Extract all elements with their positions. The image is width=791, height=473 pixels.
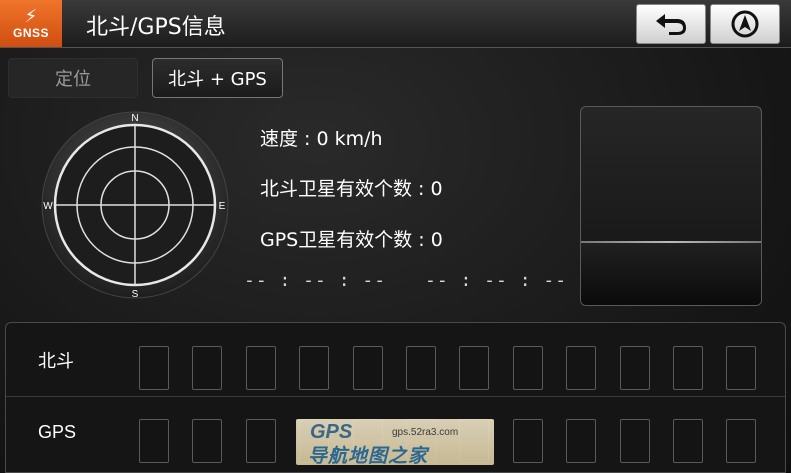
- beidou-signal-slot: [406, 346, 436, 390]
- beidou-signal-slot: [620, 346, 650, 390]
- page-title: 北斗/GPS信息: [86, 15, 226, 40]
- compass-south: S: [132, 289, 139, 300]
- signal-strength-box: [580, 106, 762, 306]
- satellite-icon: ⚡: [24, 5, 38, 27]
- navigation-arrow-icon: [731, 10, 759, 38]
- logo-text: GNSS: [12, 25, 49, 40]
- beidou-signal-row: 北斗: [6, 323, 785, 397]
- navigation-button[interactable]: [710, 4, 780, 44]
- gnss-logo: ⚡ GNSS: [0, 0, 62, 47]
- gps-signal-slot: [513, 419, 543, 463]
- beidou-signal-slot: [192, 346, 222, 390]
- watermark-url: gps.52ra3.com: [392, 427, 459, 438]
- beidou-signal-slot: [726, 346, 756, 390]
- tab-positioning[interactable]: 定位: [8, 58, 138, 98]
- compass-north: N: [131, 113, 138, 124]
- gps-row-label: GPS: [38, 422, 77, 442]
- beidou-count-readout: 北斗卫星有效个数 : 0: [260, 178, 443, 200]
- back-button[interactable]: [636, 4, 706, 44]
- gps-signal-slot: [566, 419, 596, 463]
- beidou-signal-slot: [353, 346, 383, 390]
- gps-signal-slot: [192, 419, 222, 463]
- beidou-signal-slot: [246, 346, 276, 390]
- gps-signal-slot: [726, 419, 756, 463]
- beidou-row-label: 北斗: [38, 351, 74, 372]
- gps-count-readout: GPS卫星有效个数 : 0: [260, 229, 443, 251]
- gps-signal-slot: [246, 419, 276, 463]
- gps-signal-slot: [620, 419, 650, 463]
- signal-box-base: [581, 243, 761, 305]
- beidou-signal-slot: [459, 346, 489, 390]
- tab-beidou-gps[interactable]: 北斗 + GPS: [152, 58, 283, 98]
- compass-west: W: [43, 201, 53, 212]
- site-watermark: GPS gps.52ra3.com 导航地图之家: [296, 419, 494, 467]
- beidou-signal-slot: [299, 346, 329, 390]
- beidou-signal-slot: [139, 346, 169, 390]
- watermark-text: 导航地图之家: [308, 445, 429, 467]
- time-readout-2: -- : -- : --: [425, 270, 568, 291]
- beidou-signal-slot: [673, 346, 703, 390]
- compass-east: E: [219, 201, 226, 212]
- gps-signal-slot: [139, 419, 169, 463]
- sky-plot: N S E W: [41, 111, 229, 300]
- back-arrow-icon: [656, 14, 686, 35]
- speed-readout: 速度 : 0 km/h: [260, 128, 383, 150]
- gnss-info-screen: ⚡ GNSS 北斗/GPS信息 定位 北斗 + GPS N S E W 速度:…: [0, 0, 791, 473]
- beidou-signal-slot: [566, 346, 596, 390]
- time-readout-1: -- : -- : --: [244, 270, 387, 291]
- gps-signal-slot: [673, 419, 703, 463]
- beidou-signal-slot: [513, 346, 543, 390]
- title-bar: ⚡ GNSS 北斗/GPS信息: [0, 0, 791, 48]
